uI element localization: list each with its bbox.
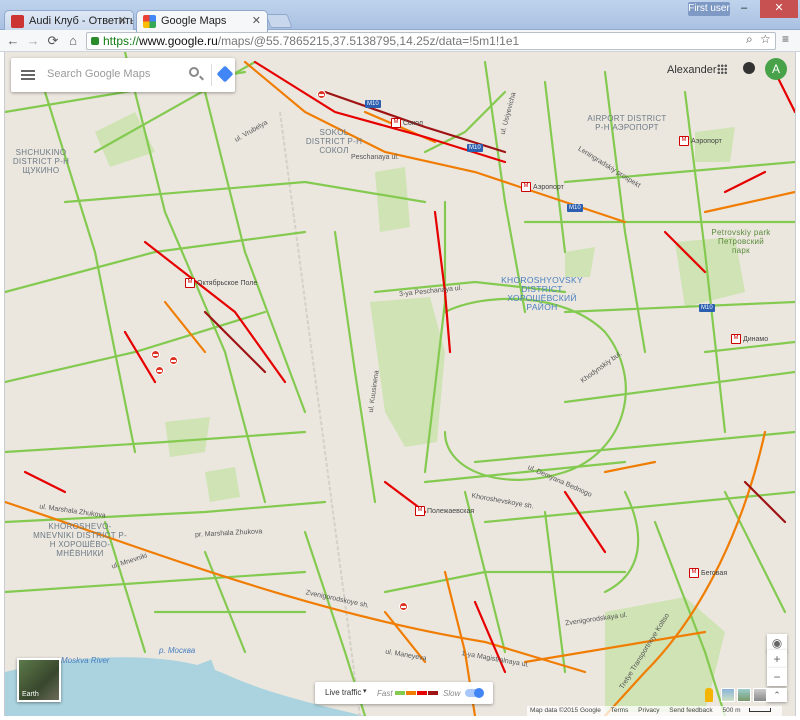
road-closed-icon[interactable]: [155, 366, 164, 375]
traffic-road-network: [5, 52, 795, 716]
new-tab-button[interactable]: [265, 14, 293, 28]
apps-grid-icon[interactable]: [717, 64, 727, 74]
highway-shield: M10: [467, 144, 483, 152]
hamburger-menu-icon[interactable]: [21, 70, 35, 80]
scale-label[interactable]: 500 m: [722, 707, 740, 714]
minimize-button[interactable]: –: [732, 0, 756, 18]
fast-label: Fast: [377, 689, 393, 698]
highway-shield: M10: [365, 100, 381, 108]
home-button[interactable]: ⌂: [64, 32, 82, 50]
district-label: SOKOL DISTRICT Р-Н СОКОЛ: [305, 128, 363, 155]
tab-close-icon[interactable]: ✕: [118, 11, 127, 31]
lock-icon: [91, 37, 99, 45]
legend-swatch: [406, 691, 416, 695]
tab-audi-club[interactable]: Audi Клуб - Ответить в те... ✕: [4, 10, 134, 32]
search-input[interactable]: Search Google Maps: [47, 68, 150, 80]
metro-station[interactable]: Полежаевская: [415, 506, 474, 516]
search-box[interactable]: Search Google Maps: [11, 58, 235, 92]
live-traffic-label[interactable]: Live traffic: [325, 688, 361, 697]
legend-swatch: [428, 691, 438, 695]
street-label: Peschanaya ul.: [351, 154, 399, 161]
metro-station[interactable]: Сокол: [391, 118, 423, 128]
highway-shield: M10: [567, 204, 583, 212]
road-closed-icon[interactable]: [151, 350, 160, 359]
metro-station[interactable]: Октябрьское Поле: [185, 278, 257, 288]
district-label: KHOROSHYOVSKY DISTRICT ХОРОШЁВСКИЙ РАЙОН: [501, 275, 583, 312]
metro-station[interactable]: Динамо: [731, 334, 768, 344]
imagery-thumbnail[interactable]: [737, 688, 751, 702]
slow-label: Slow: [443, 689, 461, 698]
zoom-out-button[interactable]: −: [767, 668, 787, 686]
reload-button[interactable]: ⟳: [44, 32, 62, 50]
notifications-icon[interactable]: [743, 62, 755, 74]
back-button[interactable]: ←: [4, 32, 22, 50]
browser-toolbar: ← → ⟳ ⌂ https://www.google.ru/maps/@55.7…: [0, 30, 800, 52]
district-label: SHCHUKINO DISTRICT Р-Н ЩУКИНО: [12, 148, 70, 175]
forward-button[interactable]: →: [24, 32, 42, 50]
highway-shield: M10: [699, 304, 715, 312]
metro-station[interactable]: Аэропорт: [521, 182, 564, 192]
map-data-credit: Map data ©2015 Google: [530, 707, 601, 714]
scale-bar: [748, 708, 771, 713]
address-bar[interactable]: https://www.google.ru/maps/@55.7865215,3…: [86, 32, 776, 50]
expand-imagery-button[interactable]: ⌃: [767, 688, 787, 702]
map-canvas[interactable]: SHCHUKINO DISTRICT Р-Н ЩУКИНО SOKOL DIST…: [4, 52, 796, 716]
browser-titlebar: Audi Клуб - Ответить в те... ✕ Google Ma…: [0, 0, 800, 32]
live-traffic-panel[interactable]: Live traffic ▾ Fast Slow: [315, 682, 493, 704]
traffic-toggle[interactable]: [465, 688, 484, 698]
tab-close-icon[interactable]: ✕: [252, 11, 261, 31]
metro-station[interactable]: Аэропорт: [679, 136, 722, 146]
account-name[interactable]: Alexander: [667, 64, 717, 76]
metro-station[interactable]: Беговая: [689, 568, 727, 578]
terms-link[interactable]: Terms: [611, 707, 629, 714]
user-badge[interactable]: First user: [688, 2, 730, 16]
legend-swatch: [417, 691, 427, 695]
audi-favicon-icon: [11, 15, 24, 28]
pegman-icon[interactable]: [705, 688, 713, 702]
chrome-menu-icon[interactable]: ≡: [782, 32, 789, 46]
road-closed-icon[interactable]: [169, 356, 178, 365]
bookmark-star-icon[interactable]: ☆: [760, 32, 771, 46]
tab-google-maps[interactable]: Google Maps ✕: [136, 10, 268, 32]
search-icon[interactable]: [189, 67, 199, 77]
earth-layer-button[interactable]: Earth: [17, 658, 61, 702]
river-label: р. Москва: [159, 646, 196, 655]
traffic-legend: [395, 691, 439, 695]
river-label: Moskva River: [61, 656, 110, 665]
directions-icon[interactable]: [216, 65, 234, 83]
district-label: AIRPORT DISTRICT Р-Н АЭРОПОРТ: [587, 114, 667, 132]
park-label: Petrovskiy park Петровский парк: [711, 228, 771, 255]
search-icon[interactable]: ⌕: [746, 32, 753, 47]
zoom-in-button[interactable]: +: [767, 650, 787, 668]
close-window-button[interactable]: ✕: [760, 0, 798, 18]
maps-favicon-icon: [143, 15, 156, 28]
send-feedback-link[interactable]: Send feedback: [669, 707, 712, 714]
road-closed-icon[interactable]: [317, 90, 326, 99]
caret-down-icon[interactable]: ▾: [363, 687, 367, 695]
map-footer: Map data ©2015 Google Terms Privacy Send…: [527, 706, 782, 716]
imagery-thumbnail[interactable]: [721, 688, 735, 702]
avatar[interactable]: A: [765, 58, 787, 80]
imagery-thumbnail[interactable]: [753, 688, 767, 702]
legend-swatch: [395, 691, 405, 695]
road-closed-icon[interactable]: [399, 602, 408, 611]
privacy-link[interactable]: Privacy: [638, 707, 659, 714]
divider: [211, 64, 212, 86]
district-label: KHOROSHEVO-MNEVNIKI DISTRICT Р-Н ХОРОШЁВ…: [33, 522, 127, 558]
